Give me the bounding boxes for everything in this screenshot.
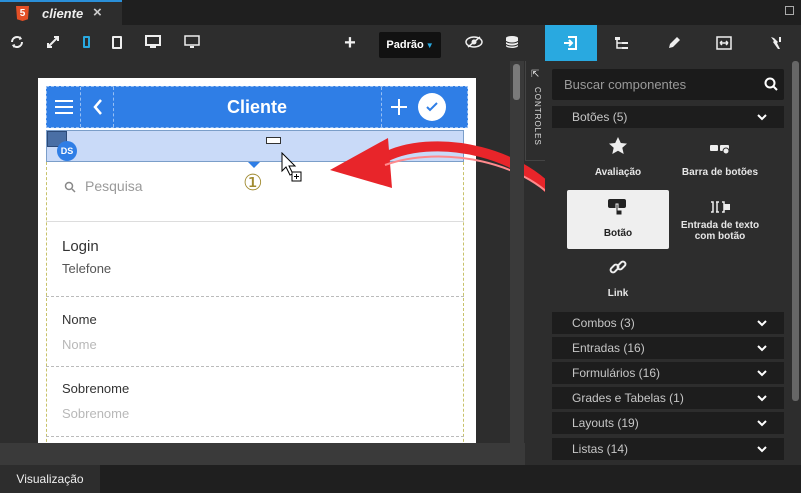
tab-visualizacao[interactable]: Visualização: [0, 465, 100, 493]
tree-view-icon[interactable]: [610, 31, 634, 55]
eye-hidden-icon[interactable]: [462, 30, 486, 54]
theme-select[interactable]: Padrão ▼: [379, 32, 441, 58]
component-label: Avaliação: [594, 167, 642, 178]
component-avaliacao[interactable]: Avaliação: [567, 135, 669, 185]
monitor-view-icon[interactable]: [180, 30, 204, 54]
component-search-input[interactable]: Buscar componentes: [552, 69, 784, 100]
button-bar-icon: [709, 141, 731, 159]
tab-visualizacao-label: Visualização: [16, 472, 84, 486]
datasource-badge-text: DS: [60, 146, 74, 156]
dragged-button-icon: [266, 137, 281, 144]
controls-label: CONTROLES: [533, 87, 542, 146]
tablet-view-icon[interactable]: [105, 30, 129, 54]
chevron-down-icon: [756, 440, 768, 461]
category-label: Entradas (16): [572, 341, 645, 355]
field-label: Nome: [62, 312, 97, 327]
list-item[interactable]: Login Telefone: [46, 222, 464, 296]
database-icon[interactable]: [500, 30, 524, 54]
component-entrada-texto-botao[interactable]: Entrada de texto com botão: [670, 196, 770, 252]
chevron-down-icon: [756, 339, 768, 360]
component-botao[interactable]: Botão: [567, 190, 669, 249]
check-circle-icon[interactable]: [418, 93, 446, 121]
datasource-badge: DS: [57, 141, 77, 161]
chevron-down-icon: [756, 314, 768, 335]
category-combos[interactable]: Combos (3): [552, 312, 784, 334]
category-grades-tabelas[interactable]: Grades e Tabelas (1): [552, 387, 784, 409]
search-icon: [64, 180, 76, 198]
wrench-icon[interactable]: [764, 31, 788, 55]
add-button[interactable]: +: [338, 31, 362, 55]
chevron-down-icon: [756, 389, 768, 410]
resize-horizontal-icon[interactable]: [712, 31, 736, 55]
tab-cliente[interactable]: 5 cliente ×: [0, 0, 122, 25]
divider: [46, 366, 464, 367]
canvas-vertical-scroll-thumb[interactable]: [513, 64, 520, 100]
list-item-subtitle: Telefone: [62, 261, 112, 276]
canvas-horizontal-scrollbar[interactable]: [0, 443, 525, 465]
category-label: Combos (3): [572, 316, 635, 330]
fullscreen-icon[interactable]: [41, 30, 65, 54]
category-label: Layouts (19): [572, 416, 639, 430]
component-link[interactable]: Link: [567, 255, 669, 303]
category-entradas[interactable]: Entradas (16): [552, 337, 784, 359]
controls-pin-icon: ⇱: [531, 69, 541, 80]
field-label: Sobrenome: [62, 381, 130, 396]
component-label: Entrada de texto com botão: [680, 220, 760, 242]
divider: [46, 296, 464, 297]
component-label: Link: [607, 288, 629, 299]
button-touch-icon: [607, 198, 629, 221]
list-item-title: Login: [62, 238, 99, 255]
category-label: Grades e Tabelas (1): [572, 391, 684, 405]
category-botoes[interactable]: Botões (5): [552, 106, 784, 128]
divider: [46, 436, 464, 437]
pencil-icon[interactable]: [662, 31, 686, 55]
controls-toggle[interactable]: ⇱ CONTROLES: [525, 61, 545, 161]
canvas-vertical-scrollbar[interactable]: [510, 61, 524, 443]
component-insert-icon: [559, 31, 583, 55]
category-layouts[interactable]: Layouts (19): [552, 412, 784, 434]
component-label: Barra de botões: [681, 167, 759, 178]
tab-title: cliente: [42, 6, 84, 21]
field-nome[interactable]: Nome Nome: [46, 300, 464, 366]
html5-icon: 5: [16, 6, 29, 21]
field-sobrenome[interactable]: Sobrenome Sobrenome: [46, 369, 464, 435]
chevron-down-icon: [756, 414, 768, 435]
search-placeholder: Pesquisa: [85, 178, 143, 194]
caret-down-icon: ▼: [425, 40, 434, 50]
category-label: Formulários (16): [572, 366, 661, 380]
bottom-bar: [0, 465, 801, 493]
theme-select-value: Padrão: [386, 39, 424, 51]
phone-view-icon[interactable]: [74, 30, 98, 54]
component-label: Botão: [603, 228, 633, 239]
component-search-placeholder: Buscar componentes: [564, 77, 687, 92]
desktop-view-icon[interactable]: [141, 30, 165, 54]
link-icon: [608, 257, 628, 282]
component-barra-de-botoes[interactable]: Barra de botões: [670, 135, 770, 185]
field-placeholder: Sobrenome: [62, 406, 130, 421]
category-formularios[interactable]: Formulários (16): [552, 362, 784, 384]
chevron-up-icon: [756, 108, 768, 129]
drag-cursor-icon: [281, 151, 305, 191]
field-placeholder: Nome: [62, 337, 97, 352]
tab-close-icon[interactable]: ×: [93, 4, 102, 21]
restore-icon[interactable]: [785, 6, 794, 15]
chevron-down-icon: [756, 364, 768, 385]
refresh-icon[interactable]: [5, 30, 29, 54]
category-label: Botões (5): [572, 110, 628, 124]
text-input-button-icon: [709, 200, 731, 219]
star-icon: [608, 136, 628, 160]
category-listas[interactable]: Listas (14): [552, 438, 784, 460]
search-icon[interactable]: [764, 77, 778, 96]
category-label: Listas (14): [572, 442, 629, 456]
panel-scroll-thumb[interactable]: [792, 61, 799, 401]
